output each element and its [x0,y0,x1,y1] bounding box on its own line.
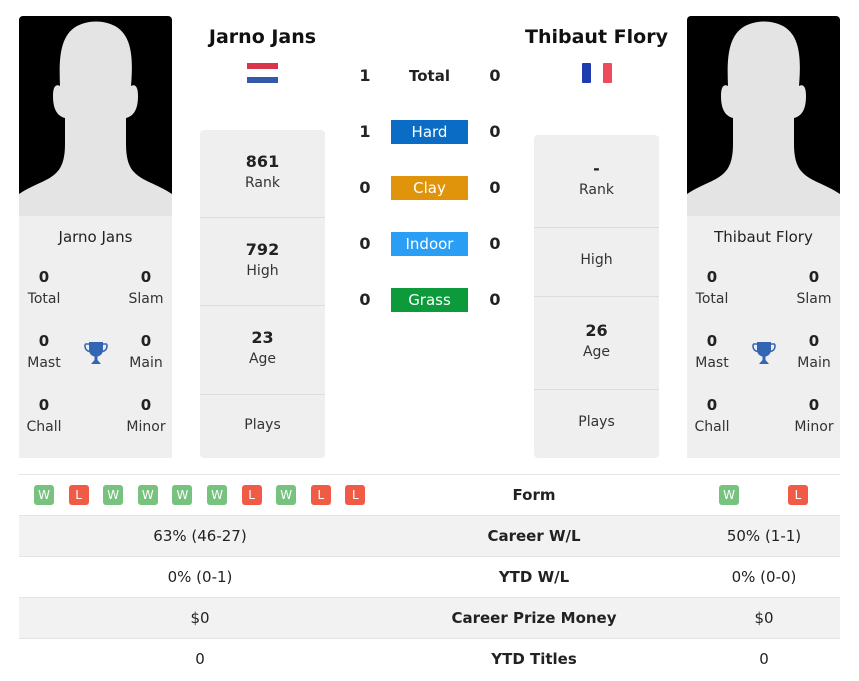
h2h-indoor-row: 0 Indoor 0 [345,231,515,257]
surface-grass-badge[interactable]: Grass [391,288,468,312]
player2-value: 0% (0-0) [731,568,797,586]
player2-photo [687,16,840,216]
stat-age: 23 Age [200,306,325,395]
surface-indoor-badge[interactable]: Indoor [391,232,468,256]
comparison-table: WLWWWWLWLL Form WL 63% (46-27) Career W/… [19,474,840,679]
titles-chall: 0 Chall [694,396,730,435]
form-loss-badge[interactable]: L [68,485,89,505]
h2h-p2-count: 0 [489,290,501,309]
player1-photo [19,16,172,216]
player2-value: $0 [754,609,774,627]
form-loss-badge[interactable]: L [788,485,808,505]
titles-mast: 0 Mast [27,332,61,371]
stat-plays: Plays [578,414,615,430]
row-label: Career W/L [487,527,581,545]
titles-main: 0 Main [797,332,831,371]
trophy-icon [84,342,108,364]
h2h-total-row: 1 Total 0 [345,63,515,89]
titles-minor: 0 Minor [794,396,834,435]
form-win-badge[interactable]: W [207,485,227,505]
h2h-total-label: Total [409,67,450,85]
player2-value: 0 [759,650,769,668]
stat-high: 792 High [200,218,325,306]
player1-titles-card: Jarno Jans 0 Total 0 Slam 0 Mast 0 Main … [19,216,172,458]
surface-clay-badge[interactable]: Clay [391,176,468,200]
stat-rank: 861 Rank [200,130,325,218]
stat-plays: Plays [244,417,281,433]
silhouette-icon [19,21,172,216]
table-row-prize-money: $0 Career Prize Money $0 [19,597,840,638]
titles-slam: 0 Slam [796,268,832,307]
france-flag-icon [582,63,612,83]
row-label: Form [512,486,556,504]
player1-value: $0 [190,609,210,627]
titles-main: 0 Main [129,332,163,371]
form-loss-badge[interactable]: L [345,485,366,505]
row-label: Career Prize Money [451,609,617,627]
h2h-p2-count: 0 [489,66,501,85]
row-label: YTD Titles [491,650,577,668]
player2-value: 50% (1-1) [726,527,802,545]
player2-stats-box: - Rank High 26 Age Plays [534,135,659,458]
form-loss-badge[interactable]: L [241,485,262,505]
player1-value: 63% (46-27) [153,527,247,545]
stat-age: 26 Age [534,297,659,390]
trophy-icon [752,342,776,364]
player1-name-link[interactable]: Jarno Jans [195,26,330,48]
table-row-form: WLWWWWLWLL Form WL [19,474,840,515]
form-win-badge[interactable]: W [137,485,158,505]
table-row-ytd-wl: 0% (0-1) YTD W/L 0% (0-0) [19,556,840,597]
h2h-p1-count: 0 [359,234,371,253]
h2h-p2-count: 0 [489,178,501,197]
player2-name-link[interactable]: Thibaut Flory [515,26,678,48]
form-win-badge[interactable]: W [34,485,54,505]
form-loss-badge[interactable]: L [310,485,331,505]
h2h-grass-row: 0 Grass 0 [345,287,515,313]
player1-card-name: Jarno Jans [58,228,133,246]
h2h-p1-count: 0 [359,178,371,197]
titles-minor: 0 Minor [126,396,166,435]
titles-total: 0 Total [27,268,61,307]
form-win-badge[interactable]: W [172,485,193,505]
titles-total: 0 Total [695,268,729,307]
form-win-badge[interactable]: W [276,485,297,505]
h2h-p2-count: 0 [489,122,501,141]
player1-value: 0% (0-1) [167,568,233,586]
stat-rank: - Rank [534,135,659,228]
row-label: YTD W/L [498,568,570,586]
h2h-clay-row: 0 Clay 0 [345,175,515,201]
h2h-p1-count: 1 [359,66,371,85]
h2h-p1-count: 0 [359,290,371,309]
h2h-hard-row: 1 Hard 0 [345,119,515,145]
h2h-p2-count: 0 [489,234,501,253]
form-win-badge[interactable]: W [719,485,739,505]
titles-slam: 0 Slam [128,268,164,307]
titles-chall: 0 Chall [26,396,62,435]
form-win-badge[interactable]: W [103,485,124,505]
titles-mast: 0 Mast [695,332,729,371]
h2h-p1-count: 1 [359,122,371,141]
player2-titles-card: Thibaut Flory 0 Total 0 Slam 0 Mast 0 Ma… [687,216,840,458]
netherlands-flag-icon [247,63,278,83]
surface-hard-badge[interactable]: Hard [391,120,468,144]
player2-card-name: Thibaut Flory [714,228,813,246]
table-row-ytd-titles: 0 YTD Titles 0 [19,638,840,679]
player1-value: 0 [195,650,205,668]
table-row-career-wl: 63% (46-27) Career W/L 50% (1-1) [19,515,840,556]
stat-high: High [534,228,659,297]
player1-stats-box: 861 Rank 792 High 23 Age Plays [200,130,325,458]
silhouette-icon [687,21,840,216]
